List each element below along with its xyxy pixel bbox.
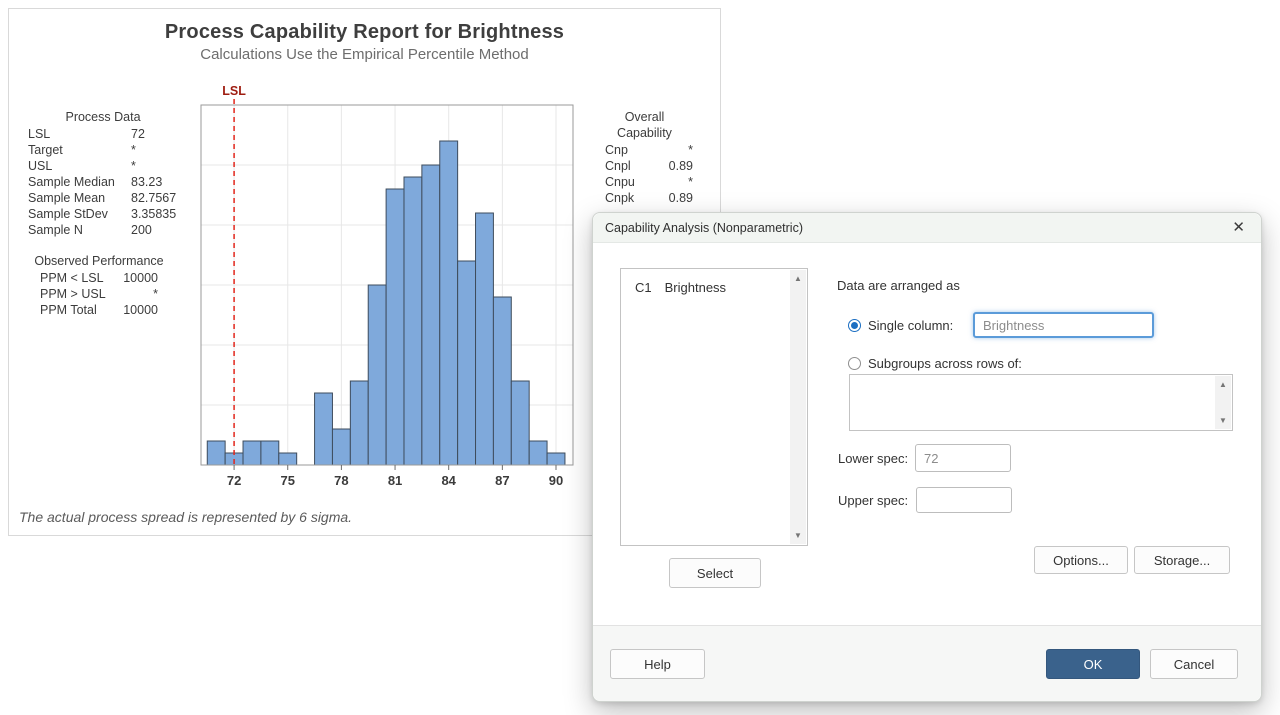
report-title: Process Capability Report for Brightness (9, 21, 720, 44)
subgroups-label: Subgroups across rows of: (868, 356, 1022, 371)
subgroups-row: Subgroups across rows of: (848, 355, 1022, 371)
dialog-footer: Help OK Cancel (593, 626, 1261, 701)
observed-performance-heading: Observed Performance (34, 253, 164, 269)
process-data-panel: Process Data LSL72 Target* USL* Sample M… (28, 109, 191, 238)
report-subtitle: Calculations Use the Empirical Percentil… (9, 46, 720, 63)
help-button[interactable]: Help (610, 649, 705, 679)
column-name: Brightness (665, 280, 726, 295)
stat-row: USL* (28, 158, 191, 174)
stat-row: Sample N200 (28, 222, 191, 238)
report-footnote: The actual process spread is represented… (19, 509, 352, 525)
stat-row: Sample Median83.23 (28, 174, 191, 190)
dialog-titlebar[interactable]: Capability Analysis (Nonparametric) ✕ (593, 213, 1261, 243)
svg-text:81: 81 (388, 473, 402, 488)
subgroups-input[interactable]: ▲ ▼ (849, 374, 1233, 431)
svg-text:84: 84 (441, 473, 456, 488)
scroll-up-icon[interactable]: ▲ (1219, 376, 1227, 393)
column-listbox[interactable]: C1 Brightness ▲ ▼ (620, 268, 808, 546)
single-column-input[interactable] (973, 312, 1154, 338)
ok-button[interactable]: OK (1046, 649, 1140, 679)
stat-row: Cnpu* (596, 174, 693, 190)
scroll-up-icon[interactable]: ▲ (794, 270, 802, 287)
stat-row: Sample StDev3.35835 (28, 206, 191, 222)
storage-button[interactable]: Storage... (1134, 546, 1230, 574)
overall-capability-panel: Overall Capability Cnp* Cnpl0.89 Cnpu* C… (596, 109, 693, 206)
lower-spec-label: Lower spec: (838, 444, 908, 472)
list-item[interactable]: C1 Brightness (621, 269, 807, 295)
stat-row: PPM Total10000 (40, 302, 158, 318)
svg-text:75: 75 (281, 473, 295, 488)
svg-text:78: 78 (334, 473, 348, 488)
radio-dot (851, 322, 858, 329)
scroll-down-icon[interactable]: ▼ (1219, 412, 1227, 429)
stat-row: Target* (28, 142, 191, 158)
stat-row: Cnp* (596, 142, 693, 158)
lower-spec-input[interactable] (915, 444, 1011, 472)
dialog-title: Capability Analysis (Nonparametric) (605, 221, 1228, 235)
capability-analysis-dialog: Capability Analysis (Nonparametric) ✕ C1… (592, 212, 1262, 702)
single-column-row: Single column: (848, 312, 953, 338)
stat-row: Cnpk0.89 (596, 190, 693, 206)
close-icon[interactable]: ✕ (1228, 220, 1249, 235)
column-id: C1 (635, 280, 661, 295)
arranged-label: Data are arranged as (837, 277, 960, 293)
overall-capability-heading: Overall Capability (596, 109, 693, 141)
upper-spec-label: Upper spec: (838, 487, 908, 513)
scroll-down-icon[interactable]: ▼ (794, 527, 802, 544)
stat-row: Sample Mean82.7567 (28, 190, 191, 206)
stat-row: PPM < LSL10000 (40, 270, 158, 286)
observed-performance-panel: Observed Performance PPM < LSL10000 PPM … (40, 253, 158, 318)
subgroups-scrollbar[interactable]: ▲ ▼ (1215, 376, 1231, 429)
cancel-button[interactable]: Cancel (1150, 649, 1238, 679)
svg-text:LSL: LSL (222, 86, 246, 98)
stat-row: PPM > USL* (40, 286, 158, 302)
process-data-heading: Process Data (28, 109, 178, 125)
subgroups-radio[interactable] (848, 357, 861, 370)
options-button[interactable]: Options... (1034, 546, 1128, 574)
listbox-scrollbar[interactable]: ▲ ▼ (790, 270, 806, 544)
select-button[interactable]: Select (669, 558, 761, 588)
svg-text:90: 90 (549, 473, 563, 488)
stat-row: Cnpl0.89 (596, 158, 693, 174)
capability-histogram: 72 75 78 81 84 87 90 LSL (196, 86, 586, 498)
stat-row: LSL72 (28, 126, 191, 142)
single-column-radio[interactable] (848, 319, 861, 332)
svg-text:87: 87 (495, 473, 509, 488)
upper-spec-input[interactable] (916, 487, 1012, 513)
svg-text:72: 72 (227, 473, 241, 488)
single-column-label: Single column: (868, 318, 953, 333)
